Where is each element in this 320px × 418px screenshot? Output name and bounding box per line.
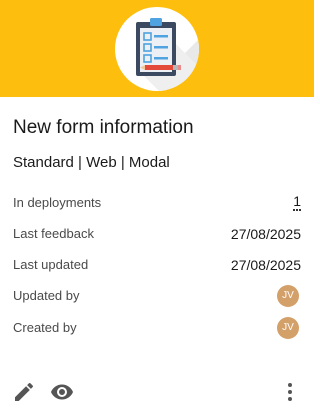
updated-by-avatar[interactable]: JV bbox=[277, 285, 299, 307]
clipboard-form-icon bbox=[136, 18, 199, 91]
form-icon-circle bbox=[115, 7, 199, 91]
deployments-count-link[interactable]: 1 bbox=[293, 193, 301, 211]
card-subtitle: Standard | Web | Modal bbox=[13, 154, 170, 171]
updated-by-label: Updated by bbox=[13, 288, 80, 303]
pencil-icon bbox=[15, 382, 34, 401]
edit-button[interactable] bbox=[12, 380, 36, 404]
created-by-label: Created by bbox=[13, 320, 77, 335]
more-vertical-icon bbox=[288, 383, 292, 401]
more-options-button[interactable] bbox=[278, 380, 302, 404]
last-feedback-value: 27/08/2025 bbox=[230, 226, 301, 242]
card-title: New form information bbox=[13, 117, 194, 138]
last-updated-value: 27/08/2025 bbox=[230, 257, 301, 273]
preview-button[interactable] bbox=[50, 380, 74, 404]
last-updated-label: Last updated bbox=[13, 257, 89, 272]
eye-icon bbox=[51, 384, 73, 400]
deployments-label: In deployments bbox=[13, 195, 102, 210]
card-banner bbox=[0, 0, 314, 97]
last-feedback-label: Last feedback bbox=[13, 226, 94, 241]
form-card: New form information Standard | Web | Mo… bbox=[0, 0, 314, 418]
deployments-value[interactable]: 1 bbox=[293, 193, 301, 211]
created-by-avatar[interactable]: JV bbox=[277, 317, 299, 339]
